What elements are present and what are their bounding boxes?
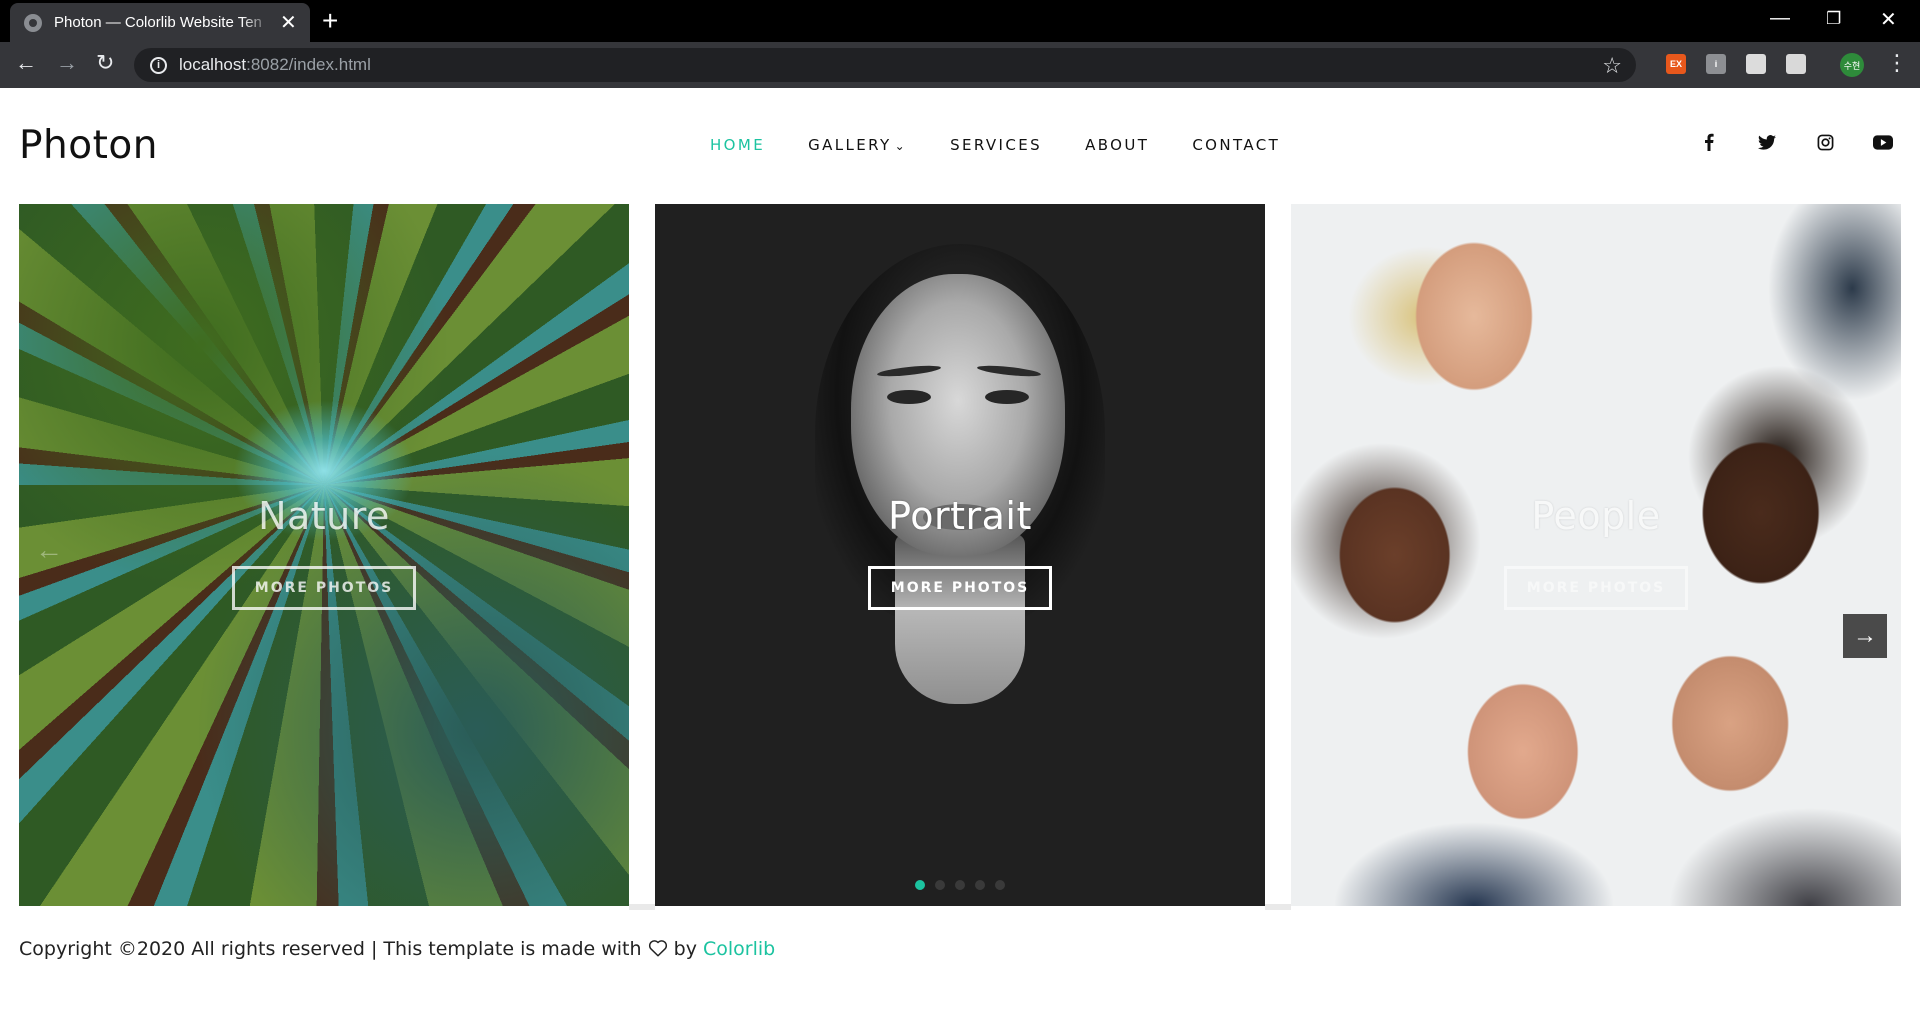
card-title: Nature xyxy=(258,494,390,538)
favicon-icon xyxy=(24,13,42,32)
carousel-dot[interactable] xyxy=(995,880,1005,890)
twitter-icon[interactable] xyxy=(1738,130,1796,154)
main-menu: HOME GALLERY ⌄ SERVICES ABOUT CONTACT xyxy=(710,136,1323,154)
browser-tab[interactable]: Photon — Colorlib Website Ten ✕ xyxy=(10,3,310,42)
bookmark-star-icon[interactable]: ☆ xyxy=(1602,53,1622,79)
menu-item-gallery-label: GALLERY xyxy=(808,136,892,154)
extension-window-icon[interactable] xyxy=(1746,54,1766,74)
extension-info-icon[interactable]: i xyxy=(1706,54,1726,74)
menu-item-contact[interactable]: CONTACT xyxy=(1192,136,1280,154)
carousel-dot[interactable] xyxy=(915,880,925,890)
extension-ex-icon[interactable]: EX xyxy=(1666,54,1686,74)
address-toolbar: ← → ↻ i localhost:8082/index.html ☆ EX i… xyxy=(0,42,1920,88)
page: Photon HOME GALLERY ⌄ SERVICES ABOUT CONT… xyxy=(0,88,1920,1030)
more-photos-button[interactable]: MORE PHOTOS xyxy=(232,566,416,610)
more-photos-button[interactable]: MORE PHOTOS xyxy=(868,566,1052,610)
prev-arrow-icon[interactable]: ← xyxy=(35,534,63,566)
carousel-track xyxy=(1265,904,1291,910)
chevron-down-icon: ⌄ xyxy=(894,139,908,153)
carousel-track xyxy=(629,904,655,910)
browser-tabbar: Photon — Colorlib Website Ten ✕ + — ❐ ✕ xyxy=(0,0,1920,42)
instagram-icon[interactable] xyxy=(1796,130,1854,154)
gallery-carousel: Nature MORE PHOTOS ← Portrait MORE PHOTO… xyxy=(19,204,1901,910)
new-tab-button[interactable]: + xyxy=(322,7,338,35)
tab-title: Photon — Colorlib Website Ten xyxy=(54,14,262,31)
back-arrow-icon[interactable]: ← xyxy=(15,52,37,74)
carousel-dot[interactable] xyxy=(975,880,985,890)
url-path: :8082/index.html xyxy=(246,55,371,74)
footer-by: by xyxy=(673,938,697,960)
menu-item-services[interactable]: SERVICES xyxy=(950,136,1042,154)
info-icon[interactable]: i xyxy=(150,56,167,74)
reload-icon[interactable]: ↻ xyxy=(96,52,114,74)
card-overlay: Portrait MORE PHOTOS xyxy=(655,204,1265,906)
carousel-dots xyxy=(655,880,1265,890)
restore-button[interactable]: ❐ xyxy=(1826,9,1841,29)
colorlib-link[interactable]: Colorlib xyxy=(703,938,775,960)
next-arrow-icon[interactable]: → xyxy=(1843,614,1887,658)
footer-copyright: Copyright ©2020 All rights reserved | Th… xyxy=(19,938,775,962)
menu-item-gallery[interactable]: GALLERY ⌄ xyxy=(808,136,907,154)
card-title: Portrait xyxy=(888,494,1032,538)
gallery-card-nature[interactable]: Nature MORE PHOTOS ← xyxy=(19,204,629,906)
heart-icon xyxy=(648,939,668,962)
card-title: People xyxy=(1531,494,1661,538)
carousel-dot[interactable] xyxy=(955,880,965,890)
card-overlay: Nature MORE PHOTOS xyxy=(19,204,629,906)
browser-menu-icon[interactable]: ⋮ xyxy=(1886,50,1908,76)
extension-print-icon[interactable] xyxy=(1786,54,1806,74)
footer-text: Copyright ©2020 All rights reserved | Th… xyxy=(19,938,642,960)
minimize-button[interactable]: — xyxy=(1770,7,1790,30)
menu-item-about[interactable]: ABOUT xyxy=(1085,136,1149,154)
facebook-icon[interactable] xyxy=(1680,130,1738,154)
social-links xyxy=(1680,130,1912,154)
card-overlay: People MORE PHOTOS xyxy=(1291,204,1901,906)
window-close-button[interactable]: ✕ xyxy=(1880,7,1897,32)
tab-close-icon[interactable]: ✕ xyxy=(280,13,297,33)
more-photos-button[interactable]: MORE PHOTOS xyxy=(1504,566,1688,610)
address-bar[interactable]: i localhost:8082/index.html ☆ xyxy=(134,48,1636,82)
gallery-card-portrait[interactable]: Portrait MORE PHOTOS xyxy=(655,204,1265,906)
forward-arrow-icon[interactable]: → xyxy=(56,52,78,74)
url-host: localhost xyxy=(179,55,247,74)
menu-item-home[interactable]: HOME xyxy=(710,136,765,154)
carousel-dot[interactable] xyxy=(935,880,945,890)
profile-avatar[interactable]: 수현 xyxy=(1840,53,1864,77)
gallery-card-people[interactable]: People MORE PHOTOS xyxy=(1291,204,1901,906)
youtube-icon[interactable] xyxy=(1854,130,1912,154)
site-logo[interactable]: Photon xyxy=(19,123,158,168)
